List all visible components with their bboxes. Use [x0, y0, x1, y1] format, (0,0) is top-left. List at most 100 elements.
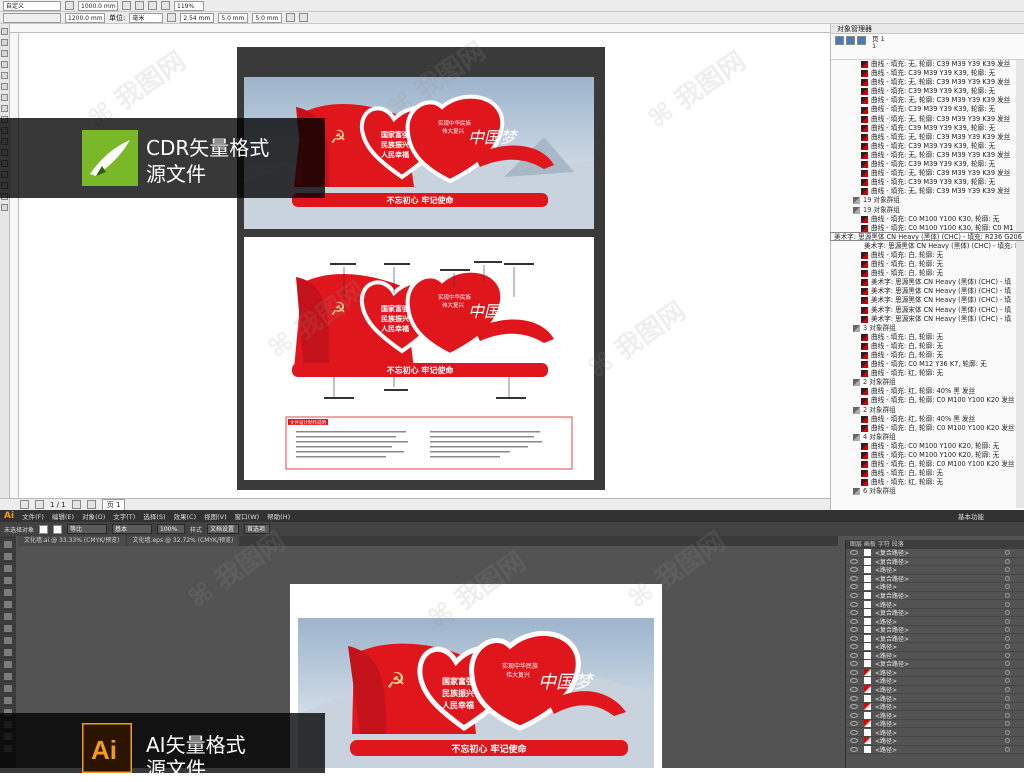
doc-tab-ai[interactable]: 文化墙.ai @ 33.33% (CMYK/预览) [18, 536, 126, 546]
ai-shape-builder-tool-icon[interactable] [4, 697, 12, 704]
ai-magic-wand-tool-icon[interactable] [4, 565, 12, 572]
object-row[interactable]: 曲线 - 填充: 无, 轮廓: C39 M39 Y39 K39 发丝 [831, 115, 1017, 124]
show-properties-icon[interactable] [835, 36, 844, 45]
ai-width-tool-icon[interactable] [4, 673, 12, 680]
doc-tab-eps[interactable]: 文化墙.eps @ 32.72% (CMYK/预览) [126, 536, 240, 546]
object-row[interactable]: 曲线 - 填充: 无, 轮廓: C39 M39 Y39 K39 发丝 [831, 169, 1017, 178]
visibility-eye-icon[interactable] [850, 601, 858, 607]
target-circle-icon[interactable] [1005, 550, 1010, 556]
visibility-eye-icon[interactable] [850, 635, 858, 641]
stroke-profile-select[interactable]: 等比 [67, 524, 108, 534]
object-row[interactable]: 曲线 - 填充: C39 M39 Y39 K39, 轮廓: 无 [831, 160, 1017, 169]
ai-direct-select-tool-icon[interactable] [4, 553, 12, 560]
target-circle-icon[interactable] [1005, 575, 1010, 581]
visibility-eye-icon[interactable] [850, 644, 858, 650]
object-row[interactable]: 曲线 - 填充: C39 M39 Y39 K39, 轮廓: 无 [831, 105, 1017, 114]
horizontal-ruler[interactable] [10, 24, 830, 33]
object-row[interactable]: 曲线 - 填充: C39 M39 Y39 K39, 轮廓: 无 [831, 142, 1017, 151]
visibility-eye-icon[interactable] [850, 575, 858, 581]
layer-row[interactable]: <复合路径> [846, 660, 1024, 669]
current-page-icon[interactable] [161, 1, 170, 10]
target-circle-icon[interactable] [1005, 695, 1010, 701]
object-row[interactable]: 曲线 - 填充: 白, 轮廓: 无 [831, 342, 1017, 351]
page-tab[interactable]: 页 1 [101, 498, 126, 511]
last-page-icon[interactable] [86, 500, 96, 509]
smart-fill-icon[interactable] [1, 83, 8, 90]
target-circle-icon[interactable] [1005, 669, 1010, 675]
menu-select[interactable]: 选择(S) [143, 511, 165, 521]
page-height-field[interactable]: 1200.0 mm [65, 12, 105, 23]
visibility-eye-icon[interactable] [850, 627, 858, 633]
ai-brush-tool-icon[interactable] [4, 625, 12, 632]
layer-row[interactable]: <路径> [846, 686, 1024, 695]
target-circle-icon[interactable] [1005, 687, 1010, 693]
all-pages-icon[interactable] [148, 1, 157, 10]
visibility-eye-icon[interactable] [850, 593, 858, 598]
stroke-swatch-icon[interactable] [53, 524, 63, 534]
preferences-button[interactable]: 首选项 [244, 524, 271, 534]
target-circle-icon[interactable] [1005, 567, 1010, 573]
layer-row[interactable]: <路径> [846, 728, 1024, 738]
menu-window[interactable]: 窗口(W) [235, 511, 260, 521]
object-row[interactable]: 曲线 - 填充: C0 M12 Y36 K7, 轮廓: 无 [831, 360, 1017, 369]
vertical-ruler[interactable] [10, 33, 19, 498]
object-row[interactable]: 曲线 - 填充: C0 M100 Y100 K30, 轮廓: 无 [831, 215, 1017, 224]
visibility-eye-icon[interactable] [850, 584, 858, 590]
ai-rotate-tool-icon[interactable] [4, 649, 12, 656]
visibility-eye-icon[interactable] [850, 550, 858, 556]
visibility-eye-icon[interactable] [850, 729, 858, 735]
ai-free-transform-tool-icon[interactable] [4, 685, 12, 692]
object-row[interactable]: 曲线 - 填充: C39 M39 Y39 K39, 轮廓: 无 [831, 178, 1017, 187]
object-row[interactable]: 曲线 - 填充: 红, 轮廓: 无 [831, 478, 1017, 487]
rectangle-tool-icon[interactable] [1, 94, 8, 101]
visibility-eye-icon[interactable] [850, 678, 858, 684]
menu-help[interactable]: 帮助(H) [267, 511, 290, 521]
layer-row[interactable]: <路径> [846, 703, 1024, 712]
document-setup-button[interactable]: 文档设置 [207, 524, 240, 534]
object-row[interactable]: 曲线 - 填充: 白, 轮廓: 无 [831, 351, 1017, 360]
object-row[interactable]: 曲线 - 填充: 无, 轮廓: C39 M39 Y39 K39 发丝 [831, 60, 1017, 69]
ai-rectangle-tool-icon[interactable] [4, 613, 12, 620]
visibility-eye-icon[interactable] [850, 652, 858, 658]
object-row[interactable]: 曲线 - 填充: C39 M39 Y39 K39, 轮廓: 无 [831, 69, 1017, 78]
layers-panel-tabs[interactable]: 图层 画板 字符 段落 [846, 540, 1024, 549]
layer-row[interactable]: <路径> [846, 720, 1024, 729]
nudge-field[interactable]: 2.54 mm [180, 12, 215, 23]
layer-row[interactable]: <路径> [846, 566, 1024, 575]
layer-node[interactable]: 1 [872, 43, 885, 50]
prev-page-icon[interactable] [35, 500, 44, 509]
object-row[interactable]: 曲线 - 填充: 红, 轮廓: 无 [831, 369, 1017, 378]
object-tree[interactable]: 曲线 - 填充: 无, 轮廓: C39 M39 Y39 K39 发丝 曲线 - 填… [831, 60, 1017, 508]
visibility-eye-icon[interactable] [850, 669, 858, 675]
target-circle-icon[interactable] [1005, 610, 1010, 616]
object-row[interactable]: 美术字: 思源宋体 CN Heavy (黑体) (CHC) - 填 [831, 315, 1017, 324]
target-circle-icon[interactable] [1005, 721, 1010, 727]
ai-line-tool-icon[interactable] [4, 601, 12, 608]
target-circle-icon[interactable] [1005, 644, 1010, 650]
layer-row[interactable]: <路径> [846, 583, 1024, 592]
fill-swatch-icon[interactable] [39, 524, 49, 534]
object-row[interactable]: 美术字: 思源黑体 CN Heavy (黑体) (CHC) - 填充: R236… [831, 242, 1017, 251]
target-circle-icon[interactable] [1005, 704, 1010, 710]
visibility-eye-icon[interactable] [850, 687, 858, 693]
preset-select[interactable]: 自定义 [3, 0, 61, 11]
menu-file[interactable]: 文件(F) [22, 511, 44, 521]
object-row[interactable]: 美术字: 思源宋体 CN Heavy (黑体) (CHC) - 填 [831, 306, 1017, 315]
target-circle-icon[interactable] [1005, 635, 1010, 641]
target-circle-icon[interactable] [1005, 627, 1010, 633]
next-page-icon[interactable] [71, 500, 81, 509]
ai-pen-tool-icon[interactable] [4, 577, 12, 584]
object-row[interactable]: 曲线 - 填充: 白, 轮廓: 无 [831, 333, 1017, 342]
zoom-tool-icon[interactable] [1, 61, 8, 68]
target-circle-icon[interactable] [1005, 558, 1010, 564]
layer-row[interactable]: <路径> [846, 677, 1024, 686]
visibility-eye-icon[interactable] [850, 558, 858, 564]
visibility-eye-icon[interactable] [850, 704, 858, 710]
units-select[interactable]: 毫米 [129, 12, 164, 23]
freehand-tool-icon[interactable] [1, 72, 8, 79]
snap-icon[interactable] [286, 13, 296, 22]
layer-row[interactable]: <复合路径> [846, 626, 1024, 635]
object-row[interactable]: 曲线 - 填充: 白, 轮廓: 无 [831, 469, 1017, 478]
layer-row[interactable]: <路径> [846, 694, 1024, 703]
layer-manager-view-icon[interactable] [857, 36, 866, 45]
